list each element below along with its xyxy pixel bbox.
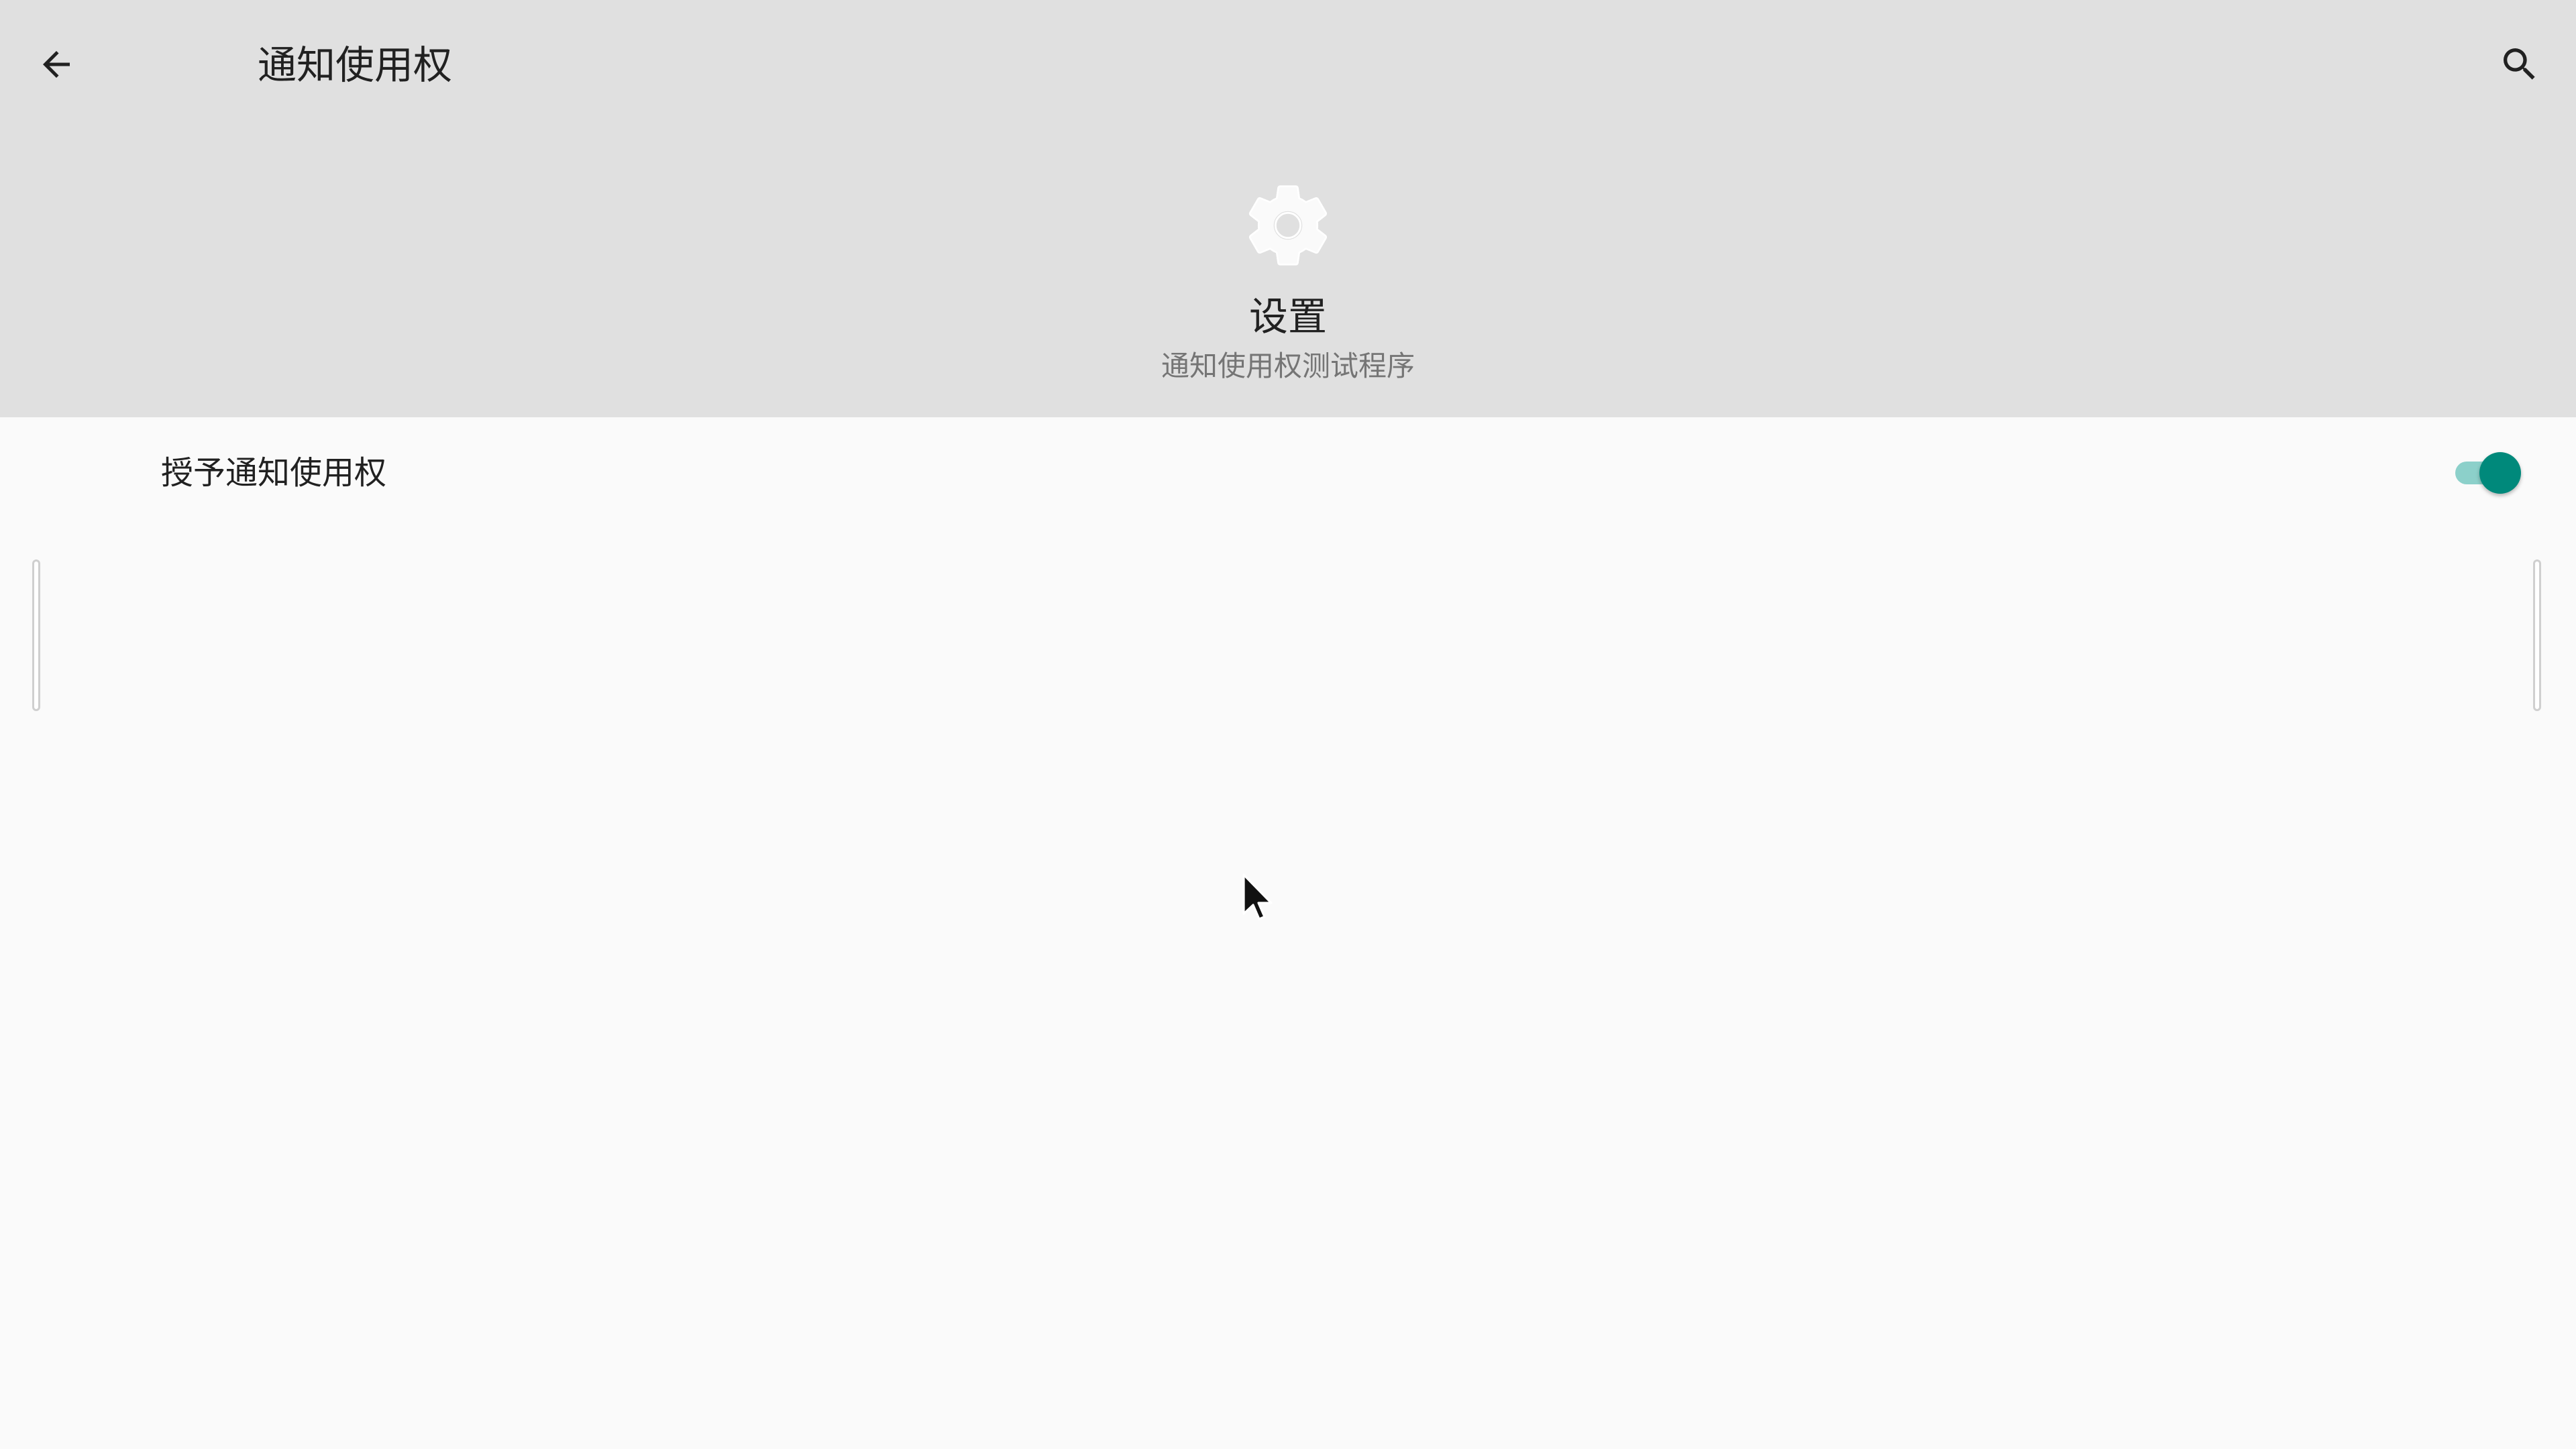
mouse-pointer-icon	[1242, 873, 1275, 926]
toggle-thumb	[2479, 452, 2521, 494]
app-header: 通知使用权 设置 通知使用权测试程序	[0, 0, 2576, 417]
search-button[interactable]	[2493, 38, 2546, 91]
right-edge-handle[interactable]	[2533, 559, 2541, 711]
notification-access-screen: 通知使用权 设置 通知使用权测试程序 授予通知使用权	[0, 0, 2576, 1449]
app-summary: 通知使用权测试程序	[1161, 350, 1415, 382]
back-button[interactable]	[30, 38, 83, 91]
gear-icon	[1241, 178, 1335, 272]
arrow-back-icon	[43, 51, 70, 78]
grant-notification-access-row[interactable]: 授予通知使用权	[0, 417, 2576, 529]
search-icon	[2504, 48, 2535, 80]
app-name: 设置	[1248, 294, 1327, 339]
page-title: 通知使用权	[258, 42, 453, 88]
grant-notification-access-label: 授予通知使用权	[161, 454, 387, 492]
grant-notification-access-toggle[interactable]	[2453, 447, 2522, 499]
left-edge-handle[interactable]	[32, 559, 40, 711]
